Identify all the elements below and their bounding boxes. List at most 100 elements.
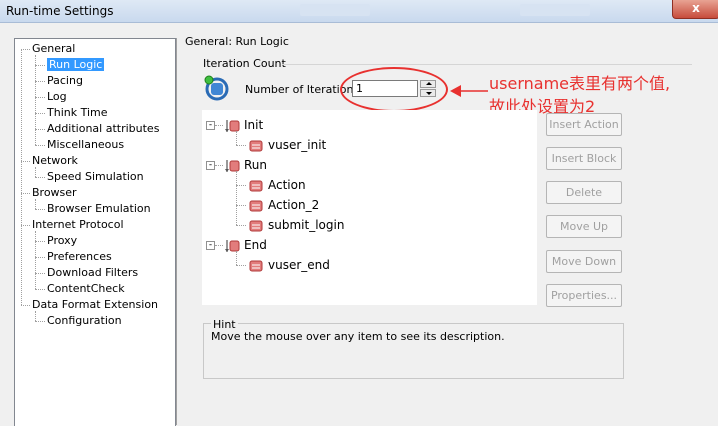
- tree-connector: [21, 193, 30, 194]
- tree-item-label: Internet Protocol: [32, 218, 124, 231]
- action-button[interactable]: Delete: [546, 181, 622, 204]
- tree-item-label: Configuration: [47, 314, 122, 327]
- flow-item-label: Init: [244, 118, 264, 132]
- action-button[interactable]: Move Up: [546, 215, 622, 238]
- tree-item[interactable]: Log: [47, 89, 67, 104]
- flow-item[interactable]: Action: [248, 177, 306, 193]
- flow-item-label: vuser_init: [268, 138, 327, 152]
- tree-connector: [35, 113, 45, 114]
- tree-item-label: ContentCheck: [47, 282, 125, 295]
- tree-item[interactable]: Network: [32, 153, 78, 168]
- flow-item-label: Run: [244, 158, 268, 172]
- action-button[interactable]: Move Down: [546, 250, 622, 273]
- tree-item-label: Proxy: [47, 234, 78, 247]
- tree-connector: [35, 177, 45, 178]
- group-divider: [282, 64, 692, 65]
- collapse-toggle[interactable]: -: [206, 241, 215, 250]
- tree-item-label: Speed Simulation: [47, 170, 144, 183]
- flow-item[interactable]: vuser_end: [248, 257, 330, 273]
- flow-connector: [236, 185, 246, 186]
- annotation-ellipse: [340, 67, 448, 112]
- flow-item[interactable]: vuser_init: [248, 137, 326, 153]
- tree-connector: [35, 129, 45, 130]
- flow-connector: [236, 205, 246, 206]
- titlebar-decoration: [300, 4, 370, 16]
- tree-connector: [35, 257, 45, 258]
- flow-item[interactable]: End: [224, 237, 267, 253]
- tree-item[interactable]: Internet Protocol: [32, 217, 124, 232]
- tree-item[interactable]: Speed Simulation: [47, 169, 144, 184]
- tree-connector: [35, 289, 45, 290]
- tree-connector: [35, 311, 36, 321]
- annotation-text-line1: username表里有两个值,: [489, 74, 671, 93]
- tree-connector: [35, 241, 45, 242]
- flow-connector: [215, 245, 223, 246]
- tree-item-label: Miscellaneous: [47, 138, 125, 151]
- run-logic-tree[interactable]: Init - vuser_init Run - Action Action_2 submit_…: [202, 110, 537, 305]
- tree-item[interactable]: Configuration: [47, 313, 122, 328]
- flow-item[interactable]: Action_2: [248, 197, 319, 213]
- tree-item[interactable]: Run Logic: [47, 57, 105, 72]
- tree-connector: [35, 321, 45, 322]
- tree-item[interactable]: Proxy: [47, 233, 77, 248]
- tree-item-label: Data Format Extension: [32, 298, 159, 311]
- collapse-toggle[interactable]: -: [206, 161, 215, 170]
- flow-item-label: Action_2: [268, 198, 320, 212]
- flow-connector: [236, 145, 246, 146]
- iteration-group-label: Iteration Count: [203, 57, 286, 70]
- close-button[interactable]: x: [672, 0, 718, 19]
- window-title: Run-time Settings: [6, 4, 114, 18]
- tree-item-label: Browser: [32, 186, 77, 199]
- flow-connector: [236, 251, 237, 265]
- tree-connector: [35, 199, 36, 209]
- section-title: General: Run Logic: [185, 35, 289, 48]
- flow-connector: [215, 165, 223, 166]
- tree-item[interactable]: Data Format Extension: [32, 297, 158, 312]
- tree-item-label: Think Time: [47, 106, 108, 119]
- flow-item-label: vuser_end: [268, 258, 330, 272]
- tree-connector: [35, 273, 45, 274]
- flow-connector: [236, 131, 237, 145]
- tree-connector: [35, 167, 36, 177]
- flow-item-label: submit_login: [268, 218, 345, 232]
- tree-item[interactable]: Miscellaneous: [47, 137, 124, 152]
- tree-item[interactable]: Think Time: [47, 105, 108, 120]
- iteration-icon: [204, 75, 229, 101]
- flow-item-label: End: [244, 238, 267, 252]
- tree-connector: [35, 145, 45, 146]
- action-button[interactable]: Insert Action: [546, 113, 622, 136]
- tree-item-label: Network: [32, 154, 78, 167]
- tree-item[interactable]: General: [32, 41, 75, 56]
- tree-connector: [35, 231, 36, 289]
- tree-item[interactable]: Additional attributes: [47, 121, 159, 136]
- tree-connector: [21, 225, 30, 226]
- tree-item[interactable]: Download Filters: [47, 265, 138, 280]
- flow-item[interactable]: Run: [224, 157, 267, 173]
- titlebar-decoration: [520, 4, 590, 16]
- flow-connector: [236, 171, 237, 225]
- tree-item[interactable]: Browser Emulation: [47, 201, 151, 216]
- hint-text: Move the mouse over any item to see its …: [211, 330, 505, 343]
- tree-connector: [35, 97, 45, 98]
- flow-item[interactable]: Init: [224, 117, 263, 133]
- tree-item[interactable]: Preferences: [47, 249, 112, 264]
- settings-tree[interactable]: General Run Logic Pacing Log Think Time Addit…: [14, 38, 176, 426]
- annotation-arrow: [450, 85, 488, 97]
- tree-connector: [35, 55, 36, 145]
- tree-item-label: Browser Emulation: [47, 202, 151, 215]
- tree-connector: [21, 161, 30, 162]
- collapse-toggle[interactable]: -: [206, 121, 215, 130]
- tree-item[interactable]: Browser: [32, 185, 77, 200]
- tree-item[interactable]: ContentCheck: [47, 281, 125, 296]
- tree-item-label: Log: [47, 90, 67, 103]
- flow-connector: [215, 125, 223, 126]
- tree-item-label: Preferences: [47, 250, 112, 263]
- action-button[interactable]: Insert Block: [546, 147, 622, 170]
- tree-connector: [21, 49, 22, 305]
- tree-item-label: Additional attributes: [47, 122, 160, 135]
- flow-item[interactable]: submit_login: [248, 217, 344, 233]
- tree-item-label: Run Logic: [47, 58, 105, 71]
- tree-item[interactable]: Pacing: [47, 73, 83, 88]
- action-button[interactable]: Properties...: [546, 284, 622, 307]
- flow-connector: [236, 265, 246, 266]
